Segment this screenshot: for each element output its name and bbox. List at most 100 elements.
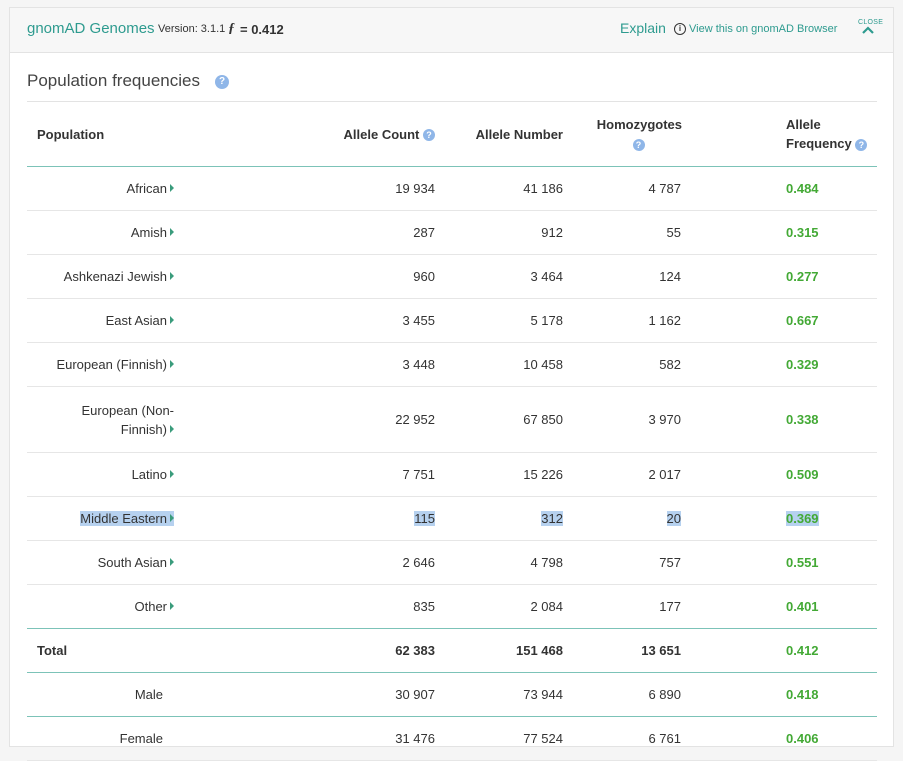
population-label: Latino (131, 467, 167, 482)
allele-frequency-cell: 0.484 (682, 166, 877, 211)
allele-number-cell: 67 850 (436, 386, 564, 453)
allele-number-cell: 5 178 (436, 298, 564, 343)
sex-label: Female (27, 716, 174, 761)
population-cell[interactable]: African (27, 166, 174, 211)
homozygotes-cell: 124 (564, 254, 682, 299)
population-label: Middle Eastern (80, 511, 167, 526)
homozygotes-cell: 3 970 (564, 386, 682, 453)
column-label: Allele (786, 117, 821, 132)
allele-number-cell: 912 (436, 210, 564, 255)
panel-header: gnomAD Genomes Version: 3.1.1 ƒ = 0.412 … (10, 8, 893, 53)
allele-frequency-cell: 0.418 (682, 672, 877, 717)
panel-title: gnomAD Genomes (27, 20, 155, 37)
allele-count-cell: 3 448 (174, 342, 436, 387)
population-cell[interactable]: East Asian (27, 298, 174, 343)
homozygotes-cell: 2 017 (564, 452, 682, 497)
population-cell[interactable]: Amish (27, 210, 174, 255)
allele-number-cell: 4 798 (436, 540, 564, 585)
help-icon[interactable]: ? (423, 129, 435, 142)
table-row: European (Non- Finnish) 22 952 67 850 3 … (27, 386, 877, 453)
help-icon[interactable]: ? (632, 138, 645, 151)
chevron-up-icon[interactable] (861, 24, 875, 36)
allele-number-cell: 73 944 (436, 672, 564, 717)
population-label: Amish (130, 225, 167, 240)
population-cell[interactable]: European (Finnish) (27, 342, 174, 387)
table-row: East Asian 3 455 5 178 1 162 0.667 (27, 298, 877, 343)
expand-arrow-icon[interactable] (170, 602, 174, 610)
allele-number-cell: 151 468 (436, 628, 564, 673)
allele-count-cell: 30 907 (174, 672, 436, 717)
column-label: Homozygotes (596, 117, 682, 132)
column-header-allele-number[interactable]: Allele Number (436, 102, 564, 167)
table-row: South Asian 2 646 4 798 757 0.551 (27, 540, 877, 585)
sex-row-female: Female 31 476 77 524 6 761 0.406 (27, 716, 877, 761)
population-cell[interactable]: European (Non- Finnish) (27, 386, 175, 453)
gnomad-genomes-panel: gnomAD Genomes Version: 3.1.1 ƒ = 0.412 … (9, 7, 894, 761)
total-row: Total 62 383 151 468 13 651 0.412 (27, 628, 877, 673)
expand-arrow-icon[interactable] (170, 470, 174, 478)
table-row: Latino 7 751 15 226 2 017 0.509 (27, 452, 877, 497)
allele-frequency-cell: 0.277 (682, 254, 877, 299)
population-cell[interactable]: Ashkenazi Jewish (27, 254, 174, 299)
column-label: Allele Count (343, 126, 420, 142)
allele-frequency-cell: 0.401 (682, 584, 877, 629)
allele-number-cell: 2 084 (436, 584, 564, 629)
allele-count-cell: 960 (174, 254, 436, 299)
population-label: Finnish) (120, 421, 167, 437)
f-value: = 0.412 (240, 22, 284, 37)
total-label: Total (27, 628, 174, 673)
homozygotes-cell: 20 (564, 496, 682, 541)
homozygotes-cell: 757 (564, 540, 682, 585)
allele-frequency-cell: 0.551 (682, 540, 877, 585)
population-label: European (Non- (81, 402, 175, 418)
homozygotes-cell: 6 890 (564, 672, 682, 717)
expand-arrow-icon[interactable] (170, 514, 174, 522)
help-icon[interactable]: ? (855, 138, 868, 151)
allele-count-cell: 835 (174, 584, 436, 629)
population-label: Ashkenazi Jewish (63, 269, 167, 284)
allele-frequency-cell: 0.369 (682, 496, 877, 541)
allele-number-cell: 3 464 (436, 254, 564, 299)
allele-number-cell: 41 186 (436, 166, 564, 211)
homozygotes-cell: 582 (564, 342, 682, 387)
table-row-selected: Middle Eastern 115 312 20 0.369 (27, 496, 877, 541)
population-cell[interactable]: South Asian (27, 540, 174, 585)
column-header-homozygotes[interactable]: Homozygotes ? (564, 102, 682, 167)
table-row: African 19 934 41 186 4 787 0.484 (27, 166, 877, 211)
allele-count-cell: 62 383 (174, 628, 436, 673)
population-label: European (Finnish) (56, 357, 167, 372)
allele-number-cell: 77 524 (436, 716, 564, 761)
sex-label: Male (27, 672, 174, 717)
column-label: Allele Number (475, 126, 563, 142)
expand-arrow-icon[interactable] (170, 272, 174, 280)
table-row: Ashkenazi Jewish 960 3 464 124 0.277 (27, 254, 877, 299)
expand-arrow-icon[interactable] (170, 424, 174, 433)
help-icon[interactable]: ? (215, 75, 229, 89)
population-cell[interactable]: Latino (27, 452, 174, 497)
population-label: African (126, 181, 167, 196)
population-frequencies-table-wrap: Population Allele Count ? Allele Number … (27, 101, 877, 761)
expand-arrow-icon[interactable] (170, 316, 174, 324)
allele-frequency-cell: 0.412 (682, 628, 877, 673)
population-cell[interactable]: Other (27, 584, 174, 629)
population-frequencies-table: Population Allele Count ? Allele Number … (27, 102, 877, 761)
expand-arrow-icon[interactable] (170, 558, 174, 566)
explain-link[interactable]: Explain (620, 20, 666, 36)
expand-arrow-icon[interactable] (170, 360, 174, 368)
column-header-population[interactable]: Population (27, 102, 174, 167)
expand-arrow-icon[interactable] (170, 184, 174, 192)
view-in-browser-link[interactable]: View this on gnomAD Browser (689, 23, 837, 35)
expand-arrow-icon[interactable] (170, 228, 174, 236)
column-label: Frequency (786, 136, 852, 151)
f-symbol: ƒ (228, 21, 235, 36)
allele-count-cell: 22 952 (174, 386, 436, 453)
homozygotes-cell: 4 787 (564, 166, 682, 211)
population-cell[interactable]: Middle Eastern (27, 496, 174, 541)
column-header-allele-frequency[interactable]: Allele Frequency ? (682, 102, 877, 167)
column-header-allele-count[interactable]: Allele Count ? (174, 102, 436, 167)
allele-count-cell: 7 751 (174, 452, 436, 497)
homozygotes-cell: 177 (564, 584, 682, 629)
allele-frequency-cell: 0.338 (682, 386, 877, 453)
allele-frequency-cell: 0.329 (682, 342, 877, 387)
homozygotes-cell: 6 761 (564, 716, 682, 761)
